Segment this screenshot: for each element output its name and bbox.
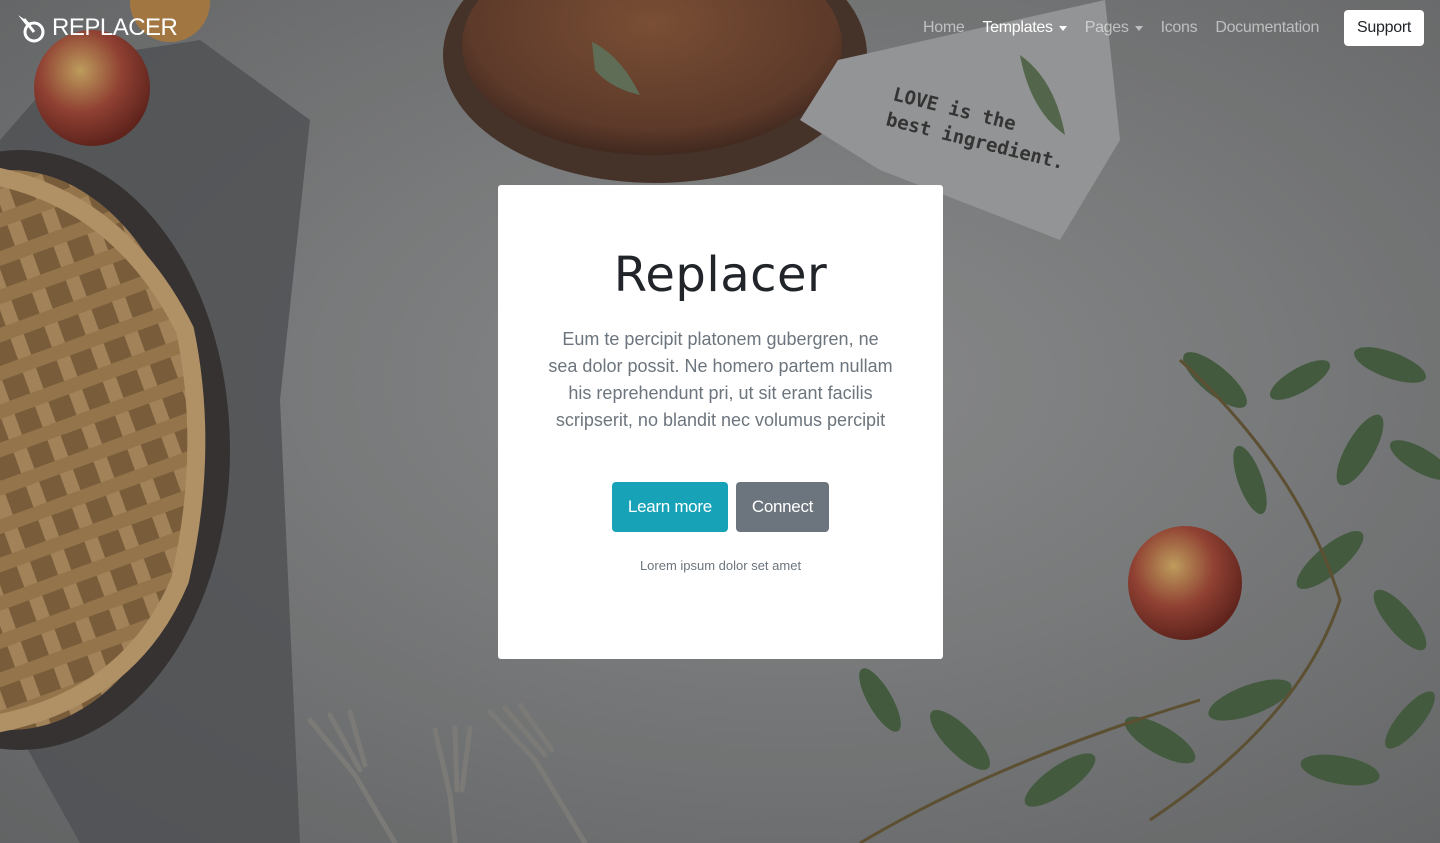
caret-down-icon (1058, 25, 1067, 31)
nav-item-label: Documentation (1215, 19, 1320, 36)
nav-item-pages[interactable]: Pages (1076, 11, 1152, 45)
nav-item-label: Pages (1084, 19, 1129, 36)
brand-name: REPLACER (52, 14, 178, 41)
connect-button[interactable]: Connect (735, 481, 830, 532)
nav-item-icons[interactable]: Icons (1152, 11, 1207, 45)
nav-item-documentation[interactable]: Documentation (1206, 11, 1328, 45)
nav-item-label: Home (922, 19, 965, 36)
navbar: REPLACER Home Templates Pages Icons Docu… (0, 0, 1440, 56)
hero-card: Replacer Eum te percipit platonem guberg… (498, 185, 943, 659)
caret-down-icon (1134, 25, 1143, 31)
main-nav: Home Templates Pages Icons Documentation… (914, 10, 1424, 46)
hero-title: Replacer (613, 247, 828, 303)
nav-item-home[interactable]: Home (914, 11, 973, 45)
learn-more-button[interactable]: Learn more (611, 481, 728, 532)
nav-item-label: Templates (982, 19, 1053, 36)
leaf-logo-icon (16, 13, 48, 43)
nav-item-templates[interactable]: Templates (973, 11, 1075, 45)
nav-item-label: Icons (1160, 19, 1198, 36)
support-button[interactable]: Support (1344, 10, 1424, 46)
hero-small-text: Lorem ipsum dolor set amet (639, 557, 802, 573)
brand-link[interactable]: REPLACER (16, 13, 178, 43)
hero-actions: Learn more Connect (538, 481, 903, 532)
hero-description: Eum te percipit platonem gubergren, ne s… (548, 328, 893, 430)
